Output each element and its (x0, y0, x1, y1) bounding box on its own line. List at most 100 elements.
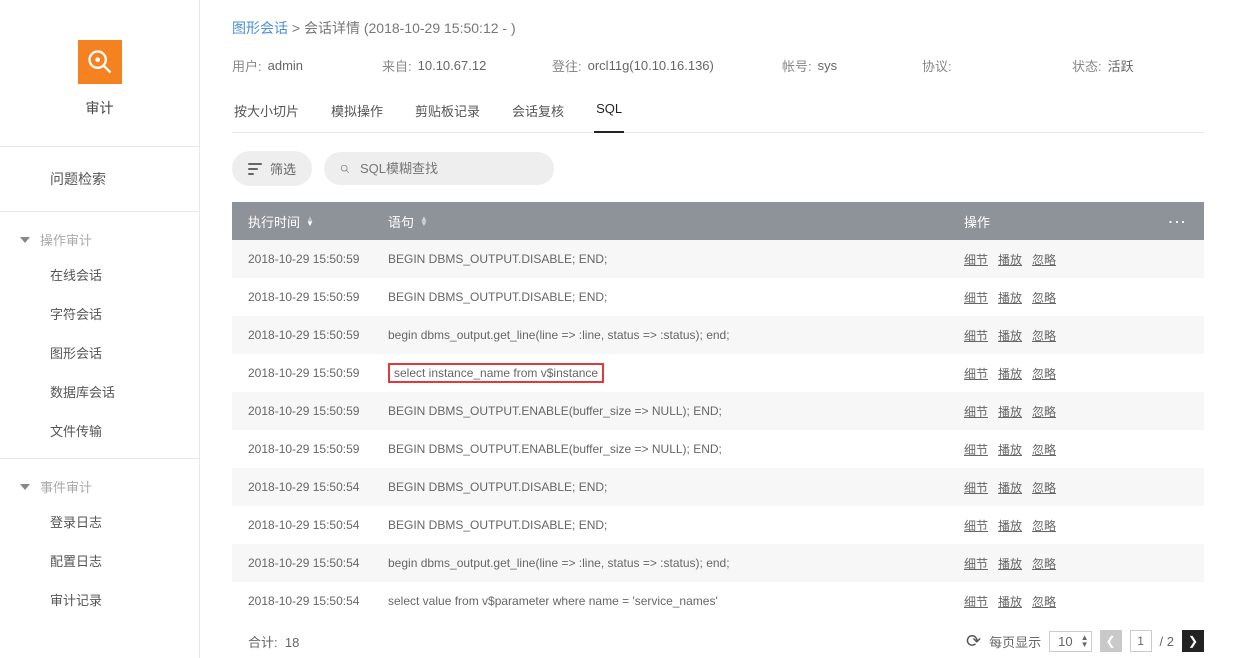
prev-page-button[interactable]: ❮ (1100, 630, 1122, 652)
cell-time: 2018-10-29 15:50:54 (248, 594, 388, 608)
cell-time: 2018-10-29 15:50:59 (248, 404, 388, 418)
ignore-link[interactable]: 忽略 (1032, 441, 1056, 458)
detail-link[interactable]: 细节 (964, 327, 988, 344)
sidebar-header-label: 事件审计 (40, 477, 92, 496)
detail-link[interactable]: 细节 (964, 403, 988, 420)
cell-statement: select value from v$parameter where name… (388, 594, 964, 608)
page-size-selector[interactable]: 10 ▲▼ (1049, 631, 1091, 652)
cell-ops: 细节播放忽略 (964, 327, 1164, 344)
th-statement[interactable]: 语句 ▲▼ (388, 212, 964, 231)
playback-link[interactable]: 播放 (998, 327, 1022, 344)
tab-1[interactable]: 模拟操作 (329, 93, 385, 132)
meta-login: 登往:orcl11g(10.10.16.136) (552, 56, 782, 75)
sidebar-item-event-1[interactable]: 配置日志 (0, 541, 199, 580)
breadcrumb-link[interactable]: 图形会话 (232, 20, 288, 36)
th-ops: 操作 (964, 212, 1164, 231)
table-row: 2018-10-29 15:50:59select instance_name … (232, 354, 1204, 392)
table-row: 2018-10-29 15:50:54BEGIN DBMS_OUTPUT.DIS… (232, 506, 1204, 544)
app-logo (78, 40, 122, 84)
detail-link[interactable]: 细节 (964, 441, 988, 458)
ignore-link[interactable]: 忽略 (1032, 289, 1056, 306)
cell-time: 2018-10-29 15:50:54 (248, 556, 388, 570)
cell-statement: BEGIN DBMS_OUTPUT.DISABLE; END; (388, 480, 964, 494)
table-row: 2018-10-29 15:50:54select value from v$p… (232, 582, 1204, 620)
tab-2[interactable]: 剪贴板记录 (413, 93, 482, 132)
ignore-link[interactable]: 忽略 (1032, 479, 1056, 496)
ignore-link[interactable]: 忽略 (1032, 403, 1056, 420)
breadcrumb-sep: > (292, 20, 300, 36)
ignore-link[interactable]: 忽略 (1032, 327, 1056, 344)
next-page-button[interactable]: ❯ (1182, 630, 1204, 652)
logo-block: 审计 (0, 0, 199, 147)
detail-link[interactable]: 细节 (964, 251, 988, 268)
sidebar-item-event-2[interactable]: 审计记录 (0, 580, 199, 619)
ignore-link[interactable]: 忽略 (1032, 593, 1056, 610)
refresh-button[interactable]: ⟳ (966, 631, 981, 652)
detail-link[interactable]: 细节 (964, 517, 988, 534)
playback-link[interactable]: 播放 (998, 517, 1022, 534)
ignore-link[interactable]: 忽略 (1032, 365, 1056, 382)
highlighted-statement: select instance_name from v$instance (388, 363, 604, 383)
filter-button-label: 筛选 (270, 159, 296, 178)
ignore-link[interactable]: 忽略 (1032, 517, 1056, 534)
tab-3[interactable]: 会话复核 (510, 93, 566, 132)
ignore-link[interactable]: 忽略 (1032, 555, 1056, 572)
search-input[interactable] (358, 160, 538, 177)
sidebar-section-event-audit: 事件审计 登录日志配置日志审计记录 (0, 459, 199, 627)
sidebar-item-event-0[interactable]: 登录日志 (0, 502, 199, 541)
meta-protocol: 协议: (922, 56, 1072, 75)
th-exec-time[interactable]: 执行时间 ▲▼ (248, 212, 388, 231)
sidebar-header-label: 操作审计 (40, 230, 92, 249)
table-row: 2018-10-29 15:50:54begin dbms_output.get… (232, 544, 1204, 582)
playback-link[interactable]: 播放 (998, 593, 1022, 610)
tab-4[interactable]: SQL (594, 93, 624, 133)
sidebar-item-ops-4[interactable]: 文件传输 (0, 411, 199, 450)
cell-statement: BEGIN DBMS_OUTPUT.DISABLE; END; (388, 518, 964, 532)
tab-0[interactable]: 按大小切片 (232, 93, 301, 132)
sidebar-header-ops-audit[interactable]: 操作审计 (0, 220, 199, 255)
playback-link[interactable]: 播放 (998, 251, 1022, 268)
playback-link[interactable]: 播放 (998, 441, 1022, 458)
sort-icon: ▲▼ (420, 216, 428, 226)
chevron-down-icon (20, 237, 30, 243)
table-menu-button[interactable]: ⋮ (1164, 213, 1188, 229)
breadcrumb: 图形会话 > 会话详情 (2018-10-29 15:50:12 - ) (232, 18, 1204, 38)
ignore-link[interactable]: 忽略 (1032, 251, 1056, 268)
playback-link[interactable]: 播放 (998, 289, 1022, 306)
detail-link[interactable]: 细节 (964, 365, 988, 382)
meta-user: 用户:admin (232, 56, 382, 75)
cell-time: 2018-10-29 15:50:59 (248, 252, 388, 266)
table-row: 2018-10-29 15:50:59begin dbms_output.get… (232, 316, 1204, 354)
cell-time: 2018-10-29 15:50:54 (248, 480, 388, 494)
total-pages: / 2 (1160, 634, 1174, 649)
current-page[interactable]: 1 (1130, 630, 1152, 652)
magnifier-target-icon (86, 48, 114, 76)
playback-link[interactable]: 播放 (998, 479, 1022, 496)
table-row: 2018-10-29 15:50:54BEGIN DBMS_OUTPUT.DIS… (232, 468, 1204, 506)
stepper-icon: ▲▼ (1081, 634, 1089, 648)
sidebar-item-ops-3[interactable]: 数据库会话 (0, 372, 199, 411)
sidebar-item-ops-2[interactable]: 图形会话 (0, 333, 199, 372)
playback-link[interactable]: 播放 (998, 403, 1022, 420)
sidebar-section-search: 问题检索 (0, 147, 199, 212)
search-icon (340, 162, 350, 176)
sidebar-item-ops-0[interactable]: 在线会话 (0, 255, 199, 294)
cell-ops: 细节播放忽略 (964, 517, 1164, 534)
table-header: 执行时间 ▲▼ 语句 ▲▼ 操作 ⋮ (232, 202, 1204, 240)
detail-link[interactable]: 细节 (964, 479, 988, 496)
sidebar-item-issue-search[interactable]: 问题检索 (0, 155, 199, 203)
meta-status: 状态:活跃 (1072, 56, 1192, 75)
detail-link[interactable]: 细节 (964, 555, 988, 572)
cell-ops: 细节播放忽略 (964, 403, 1164, 420)
playback-link[interactable]: 播放 (998, 365, 1022, 382)
playback-link[interactable]: 播放 (998, 555, 1022, 572)
search-pill (324, 152, 554, 185)
detail-link[interactable]: 细节 (964, 593, 988, 610)
filter-button[interactable]: 筛选 (232, 151, 312, 186)
sidebar-header-event-audit[interactable]: 事件审计 (0, 467, 199, 502)
table-row: 2018-10-29 15:50:59BEGIN DBMS_OUTPUT.ENA… (232, 430, 1204, 468)
cell-ops: 细节播放忽略 (964, 593, 1164, 610)
cell-statement: select instance_name from v$instance (388, 363, 964, 383)
sidebar-item-ops-1[interactable]: 字符会话 (0, 294, 199, 333)
detail-link[interactable]: 细节 (964, 289, 988, 306)
